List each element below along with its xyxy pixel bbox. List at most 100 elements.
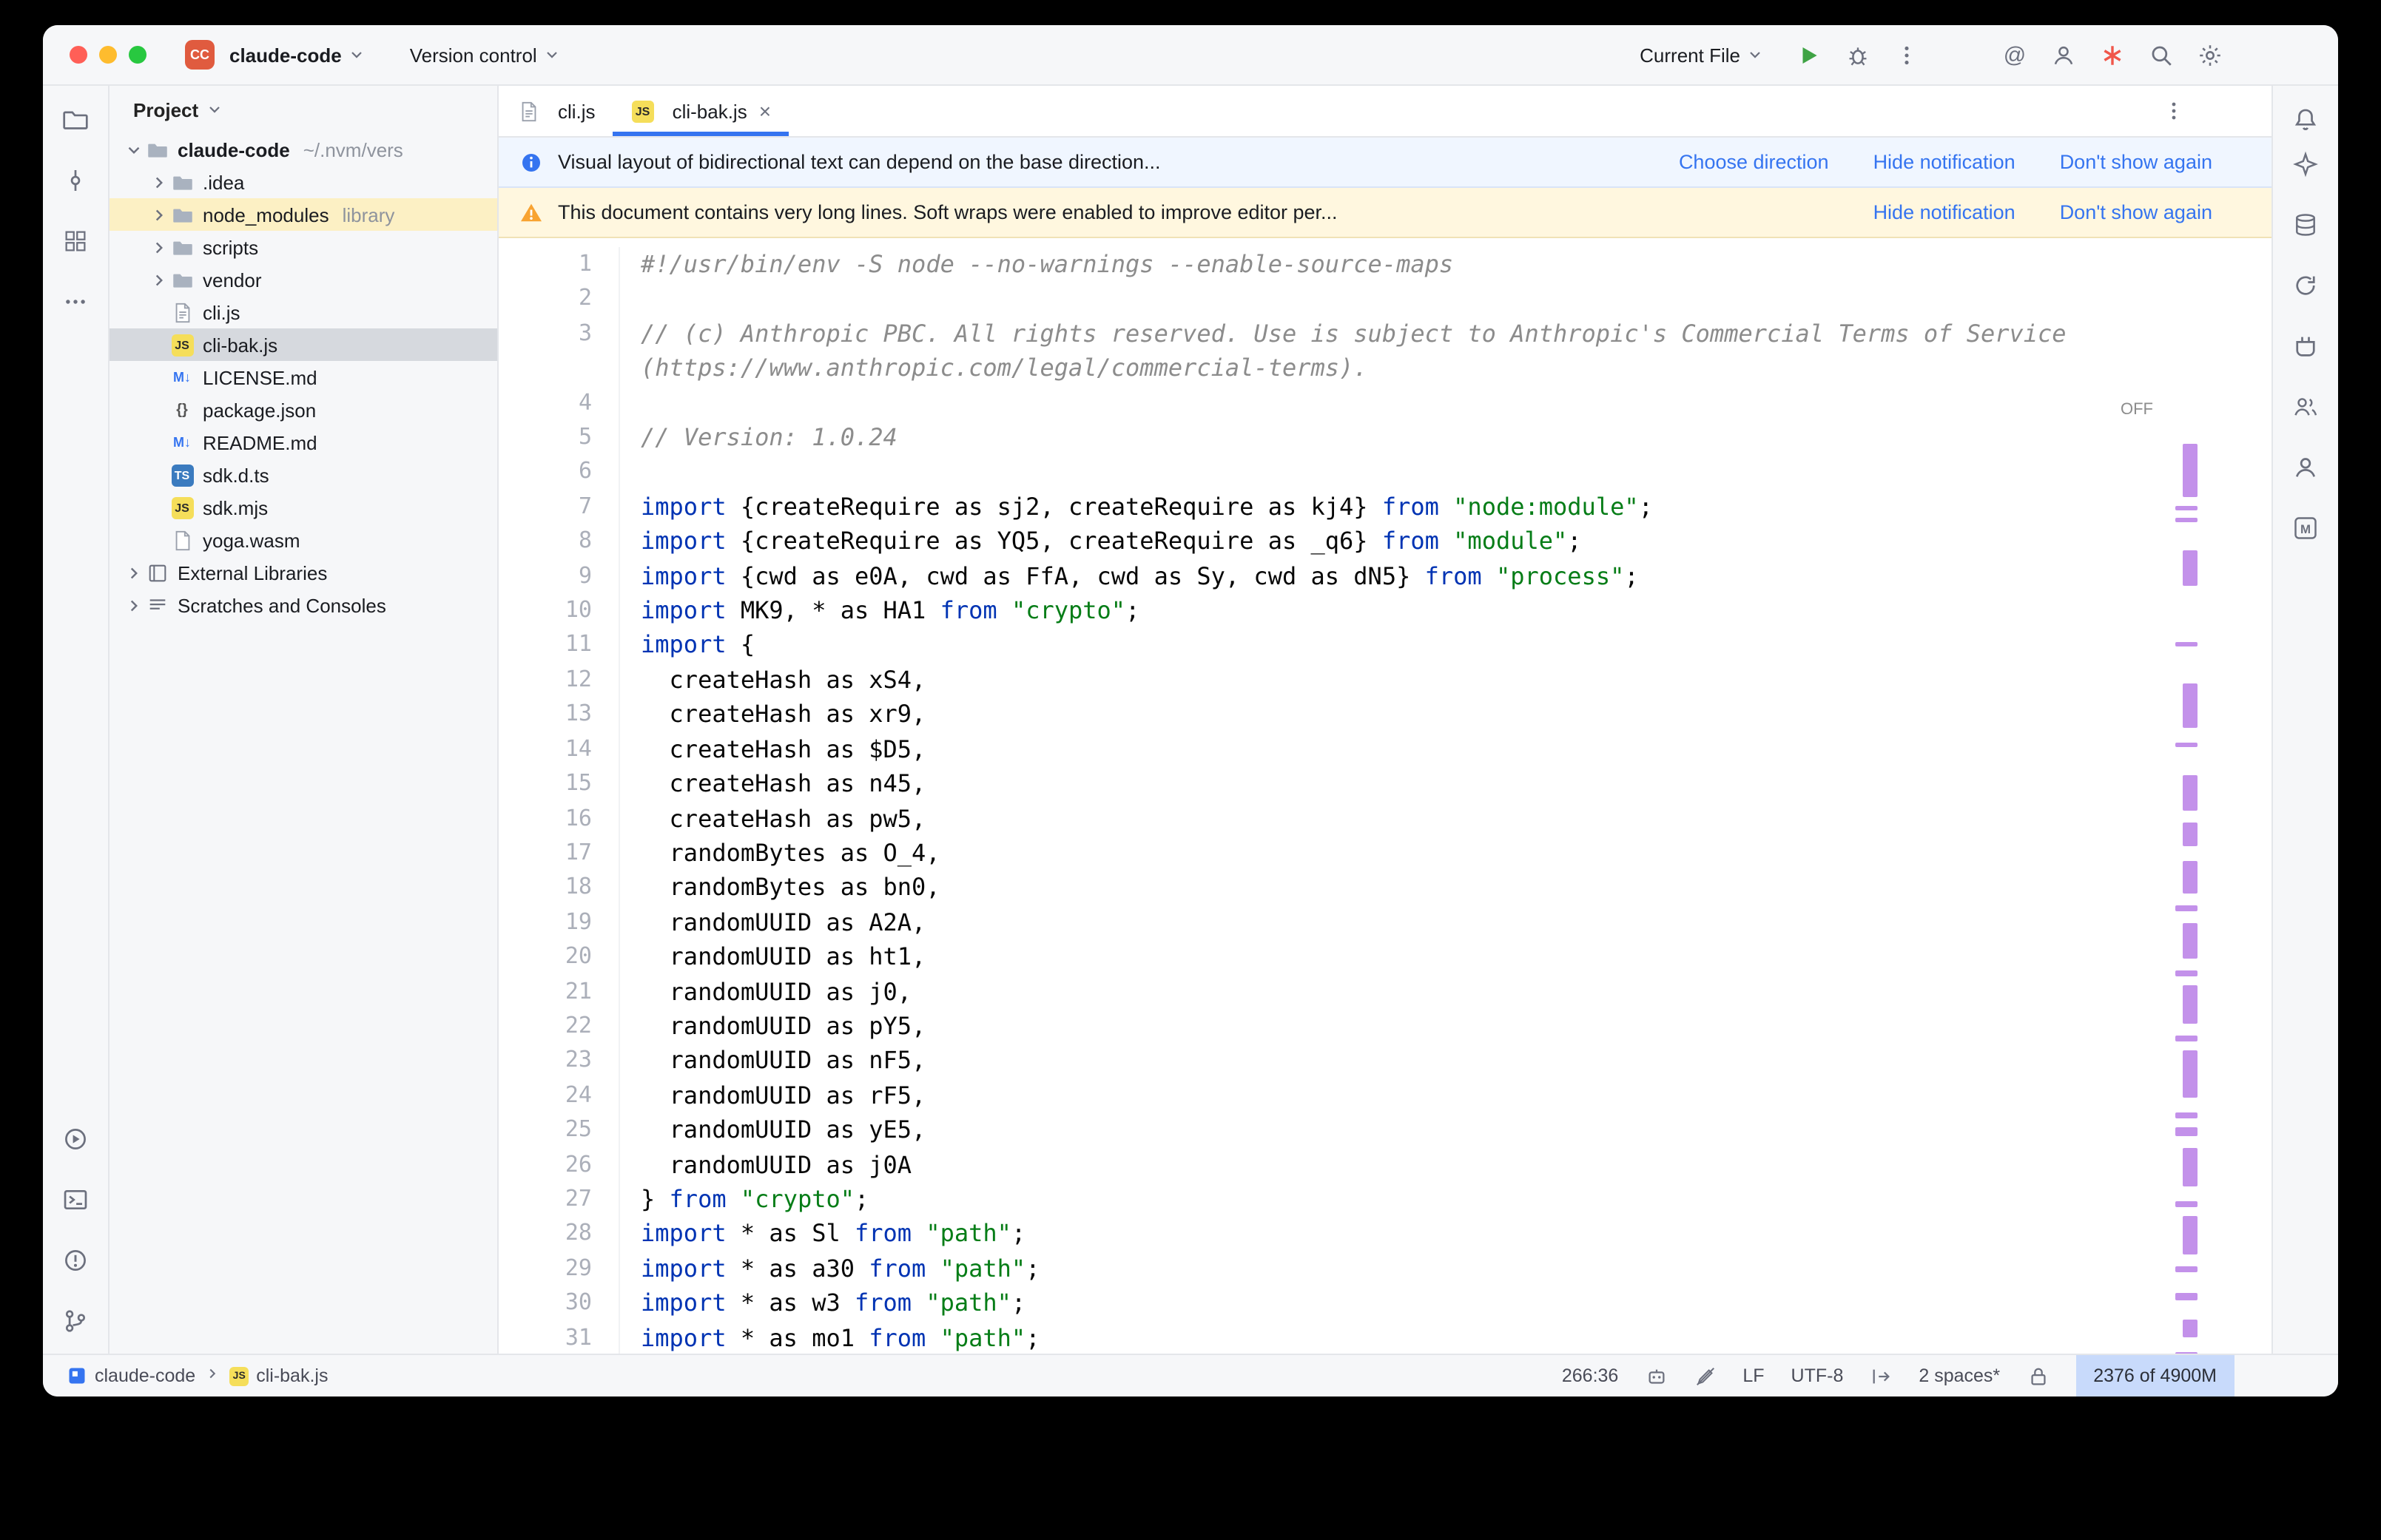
search-everywhere-icon[interactable] (2149, 42, 2174, 67)
close-window-button[interactable] (70, 46, 87, 64)
debug-icon[interactable] (1845, 42, 1870, 67)
breadcrumb-item-cli-bak-js[interactable]: JScli-bak.js (229, 1365, 328, 1386)
code-line[interactable]: 9import {cwd as e0A, cwd as FfA, cwd as … (499, 558, 2271, 593)
code-line[interactable]: 29import * as a30 from "path"; (499, 1252, 2271, 1286)
line-ending[interactable]: LF (1742, 1365, 1764, 1386)
line-number[interactable]: 7 (499, 490, 620, 524)
code-line[interactable]: 31import * as mo1 from "path"; (499, 1320, 2271, 1355)
indent-config[interactable]: 2 spaces* (1919, 1365, 2000, 1386)
banner-link-don-t-show-again[interactable]: Don't show again (2060, 201, 2212, 223)
code-line[interactable]: 5// Version: 1.0.24 (499, 420, 2271, 455)
code-line[interactable]: 22 randomUUID as pY5, (499, 1009, 2271, 1044)
code-line[interactable]: 18 randomBytes as bn0, (499, 871, 2271, 905)
banner-link-hide-notification[interactable]: Hide notification (1873, 201, 2015, 223)
tree-item-yoga-wasm[interactable]: yoga.wasm (110, 524, 497, 556)
line-number[interactable]: 12 (499, 663, 620, 698)
tab-options-icon[interactable] (2162, 99, 2186, 123)
line-number[interactable]: 4 (499, 385, 620, 420)
line-number[interactable]: 19 (499, 905, 620, 939)
line-number[interactable]: 22 (499, 1009, 620, 1044)
line-number[interactable]: 21 (499, 974, 620, 1009)
line-number[interactable]: 15 (499, 766, 620, 801)
hot-indicator-icon[interactable] (2100, 42, 2125, 67)
code-line[interactable]: 16 createHash as pw5, (499, 801, 2271, 836)
code-line[interactable]: 6 (499, 455, 2271, 490)
line-number[interactable]: 31 (499, 1320, 620, 1355)
line-number[interactable]: 6 (499, 455, 620, 490)
line-number[interactable]: 27 (499, 1182, 620, 1217)
code-line[interactable]: 21 randomUUID as j0, (499, 974, 2271, 1009)
code-line[interactable]: 8import {createRequire as YQ5, createReq… (499, 524, 2271, 559)
terminal-icon[interactable] (56, 1181, 95, 1219)
code-line[interactable]: 12 createHash as xS4, (499, 663, 2271, 698)
memory-indicator[interactable]: 2376 of 4900M (2075, 1355, 2234, 1397)
line-number[interactable]: 11 (499, 628, 620, 663)
line-number[interactable]: 26 (499, 1147, 620, 1182)
banner-link-hide-notification[interactable]: Hide notification (1873, 151, 2015, 173)
line-number[interactable]: 20 (499, 939, 620, 974)
zoom-window-button[interactable] (129, 46, 147, 64)
sync-icon[interactable] (2286, 266, 2325, 305)
readonly-icon[interactable] (1694, 1365, 1716, 1387)
code-line[interactable]: 24 randomUUID as rF5, (499, 1078, 2271, 1113)
services-icon[interactable] (56, 1120, 95, 1158)
encoding[interactable]: UTF-8 (1791, 1365, 1844, 1386)
version-control-icon[interactable] (56, 1302, 95, 1340)
database-icon[interactable] (2286, 206, 2325, 244)
tree-item-sdk-mjs[interactable]: JSsdk.mjs (110, 491, 497, 524)
tree-item-node-modules[interactable]: node_moduleslibrary (110, 198, 497, 231)
line-number[interactable]: 10 (499, 593, 620, 628)
plugins-icon[interactable] (2286, 327, 2325, 365)
chevron-down-icon[interactable] (121, 138, 145, 161)
line-number[interactable]: 16 (499, 801, 620, 836)
line-number[interactable]: 5 (499, 420, 620, 455)
collaboration-icon[interactable] (2286, 388, 2325, 426)
caret-position[interactable]: 266:36 (1562, 1365, 1618, 1386)
tree-item-sdk-d-ts[interactable]: TSsdk.d.ts (110, 459, 497, 491)
lock-icon[interactable] (2027, 1365, 2049, 1387)
run-configuration-select[interactable]: Current File (1631, 38, 1773, 72)
minimize-window-button[interactable] (99, 46, 117, 64)
chevron-right-icon[interactable] (147, 268, 170, 291)
tree-item-cli-bak-js[interactable]: JScli-bak.js (110, 328, 497, 361)
structure-icon[interactable] (56, 222, 95, 260)
code-line[interactable]: 15 createHash as n45, (499, 766, 2271, 801)
code-line[interactable]: 11import { (499, 628, 2271, 663)
tree-item-idea[interactable]: .idea (110, 166, 497, 198)
code-line[interactable]: 3// (c) Anthropic PBC. All rights reserv… (499, 317, 2271, 386)
indent-icon[interactable] (1870, 1365, 1892, 1387)
run-icon[interactable] (1796, 42, 1822, 67)
tab-cli-bak-js[interactable]: JScli-bak.js× (613, 86, 789, 136)
code-line[interactable]: 4 (499, 385, 2271, 420)
line-number[interactable]: 23 (499, 1044, 620, 1078)
code-line[interactable]: 26 randomUUID as j0A (499, 1147, 2271, 1182)
code-line[interactable]: 25 randomUUID as yE5, (499, 1112, 2271, 1147)
code-line[interactable]: 30import * as w3 from "path"; (499, 1286, 2271, 1320)
tree-item-external-libraries[interactable]: External Libraries (110, 556, 497, 589)
more-tools-icon[interactable] (56, 283, 95, 321)
code-line[interactable]: 2 (499, 282, 2271, 317)
tree-item-scripts[interactable]: scripts (110, 231, 497, 263)
line-number[interactable]: 24 (499, 1078, 620, 1113)
maven-icon[interactable]: M (2286, 509, 2325, 547)
more-actions-icon[interactable] (1894, 42, 1919, 67)
tree-item-cli-js[interactable]: cli.js (110, 296, 497, 328)
chevron-right-icon[interactable] (147, 203, 170, 226)
code-line[interactable]: 17 randomBytes as O_4, (499, 836, 2271, 871)
ai-mention-icon[interactable]: @ (2002, 42, 2027, 67)
line-number[interactable]: 9 (499, 558, 620, 593)
tree-item-license-md[interactable]: M↓LICENSE.md (110, 361, 497, 394)
bot-icon[interactable] (1645, 1365, 1667, 1387)
ai-assistant-icon[interactable] (2286, 145, 2325, 183)
code-line[interactable]: 14 createHash as $D5, (499, 732, 2271, 766)
user-profile-icon[interactable] (2051, 42, 2076, 67)
settings-icon[interactable] (2198, 42, 2223, 67)
line-number[interactable]: 8 (499, 524, 620, 559)
banner-link-choose-direction[interactable]: Choose direction (1679, 151, 1829, 173)
breadcrumb[interactable]: claude-codeJScli-bak.js (43, 1365, 328, 1386)
line-number[interactable]: 18 (499, 871, 620, 905)
tree-item-scratches-and-consoles[interactable]: Scratches and Consoles (110, 589, 497, 621)
line-number[interactable]: 25 (499, 1112, 620, 1147)
code-line[interactable]: 10import MK9, * as HA1 from "crypto"; (499, 593, 2271, 628)
line-number[interactable]: 1 (499, 247, 620, 282)
